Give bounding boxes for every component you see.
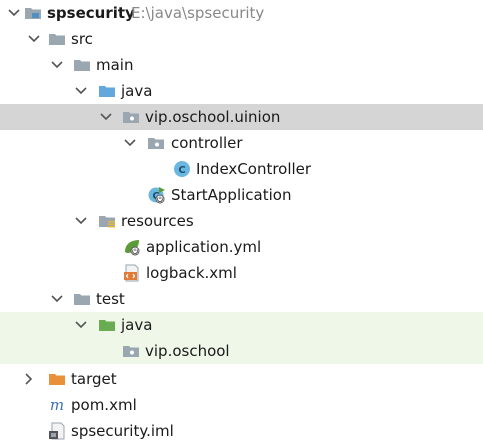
tree-label-src: src bbox=[71, 30, 93, 48]
tree-label-pom-xml: pom.xml bbox=[71, 396, 137, 414]
tree-row-pom-xml[interactable]: m pom.xml bbox=[0, 392, 483, 418]
spring-config-icon bbox=[123, 238, 141, 256]
tree-label-main: main bbox=[96, 56, 134, 74]
tree-row-main[interactable]: main bbox=[0, 52, 483, 78]
tree-label-controller: controller bbox=[171, 134, 243, 152]
tree-label-package-test: vip.oschool bbox=[145, 342, 230, 360]
tree-label-resources: resources bbox=[121, 212, 194, 230]
package-icon bbox=[147, 134, 165, 152]
folder-icon bbox=[48, 30, 66, 48]
tree-row-index-controller[interactable]: C IndexController bbox=[0, 156, 483, 182]
tree-row-logback-xml[interactable]: logback.xml bbox=[0, 260, 483, 286]
project-path: E:\java\spsecurity bbox=[131, 4, 265, 22]
tree-label-main-java: java bbox=[121, 82, 153, 100]
tree-label-package-main: vip.oschool.uinion bbox=[145, 108, 281, 126]
tree-label-iml: spsecurity.iml bbox=[71, 422, 174, 440]
tree-row-test[interactable]: test bbox=[0, 286, 483, 312]
spring-boot-class-icon: C bbox=[148, 186, 166, 204]
maven-icon: m bbox=[48, 396, 66, 414]
project-tree: spsecurity E:\java\spsecurity src main j… bbox=[0, 0, 483, 440]
chevron-down-icon[interactable] bbox=[49, 286, 65, 312]
chevron-down-icon[interactable] bbox=[73, 312, 89, 338]
folder-icon bbox=[73, 290, 91, 308]
chevron-down-icon[interactable] bbox=[26, 26, 42, 52]
tree-row-project-root[interactable]: spsecurity E:\java\spsecurity bbox=[0, 0, 483, 26]
svg-text:m: m bbox=[50, 396, 64, 414]
test-root-folder-icon bbox=[98, 316, 116, 334]
project-name: spsecurity bbox=[47, 4, 135, 22]
resources-folder-icon bbox=[98, 212, 116, 230]
chevron-down-icon[interactable] bbox=[122, 130, 138, 156]
tree-label-application-yml: application.yml bbox=[146, 238, 262, 256]
xml-file-icon bbox=[123, 264, 141, 282]
chevron-down-icon[interactable] bbox=[98, 104, 114, 130]
iml-file-icon bbox=[48, 422, 66, 440]
tree-row-package-main[interactable]: vip.oschool.uinion bbox=[0, 104, 483, 130]
tree-row-application-yml[interactable]: application.yml bbox=[0, 234, 483, 260]
excluded-folder-icon bbox=[48, 370, 66, 388]
chevron-down-icon[interactable] bbox=[73, 208, 89, 234]
tree-label-test-java: java bbox=[121, 316, 153, 334]
package-icon bbox=[122, 108, 140, 126]
tree-row-package-test[interactable]: vip.oschool bbox=[0, 338, 483, 364]
chevron-down-icon[interactable] bbox=[6, 0, 22, 26]
tree-row-resources[interactable]: resources bbox=[0, 208, 483, 234]
tree-row-test-java[interactable]: java bbox=[0, 312, 483, 338]
class-icon: C bbox=[173, 160, 191, 178]
tree-label-target: target bbox=[71, 370, 117, 388]
folder-icon bbox=[73, 56, 91, 74]
source-root-folder-icon bbox=[98, 82, 116, 100]
tree-row-src[interactable]: src bbox=[0, 26, 483, 52]
tree-row-iml[interactable]: spsecurity.iml bbox=[0, 418, 483, 444]
tree-label-test: test bbox=[96, 290, 125, 308]
module-folder-icon bbox=[24, 4, 42, 22]
package-icon bbox=[122, 342, 140, 360]
tree-row-main-java[interactable]: java bbox=[0, 78, 483, 104]
tree-label-start-application: StartApplication bbox=[171, 186, 292, 204]
tree-row-controller[interactable]: controller bbox=[0, 130, 483, 156]
chevron-right-icon[interactable] bbox=[21, 366, 37, 392]
tree-row-start-application[interactable]: C StartApplication bbox=[0, 182, 483, 208]
tree-label-logback-xml: logback.xml bbox=[146, 264, 237, 282]
chevron-down-icon[interactable] bbox=[73, 78, 89, 104]
tree-label-index-controller: IndexController bbox=[196, 160, 312, 178]
chevron-down-icon[interactable] bbox=[49, 52, 65, 78]
svg-text:C: C bbox=[178, 165, 185, 176]
tree-row-target[interactable]: target bbox=[0, 366, 483, 392]
